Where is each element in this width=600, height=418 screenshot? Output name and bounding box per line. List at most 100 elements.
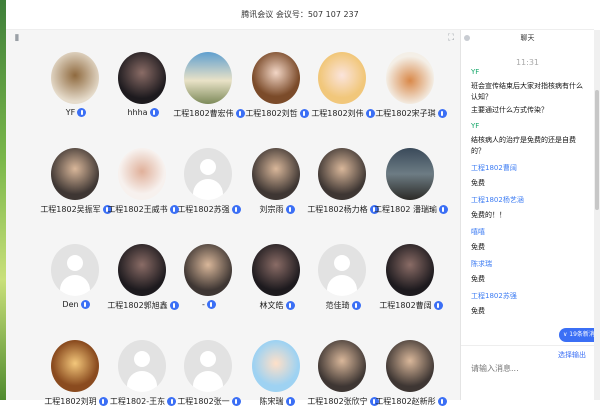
participant-name: 工程1802张欣宁 [307,397,368,406]
participant-name: 工程1802苏强 [177,205,230,214]
participant-name: hhha [127,108,148,117]
message-sender[interactable]: 工程1802曹阔 [471,163,586,173]
participant-name-line: 工程1802赵新彤 [364,396,458,407]
expand-icon[interactable]: ⛶ [446,33,456,43]
chat-message: 工程1802曹阔 免费 [471,163,586,189]
message-text: 免费 [471,243,485,251]
scrollbar-thumb[interactable] [595,90,599,210]
chat-message: 嘻嘻 免费 [471,227,586,253]
message-sender[interactable]: YF [471,68,586,76]
participant-avatar [386,340,434,392]
participant-avatar [51,52,99,104]
pane-toolbar: ▮ ⛶ [6,30,460,46]
message-sender[interactable]: YF [471,122,586,130]
participant-avatar [252,52,300,104]
chat-input[interactable] [471,362,586,374]
message-text: 结核病人的治疗是免费的还是自费的？ [471,136,576,155]
participant-avatar [386,148,434,200]
message-text: 主要通过什么方式传染？ [471,106,548,114]
message-text: 免费 [471,275,485,283]
participant-tile[interactable]: 工程1802曹阔 [376,244,446,322]
message-text: 免费 [471,179,485,187]
microphone-icon [77,108,87,117]
participant-name-line: 工程1802 潘瑞瑜 [364,204,458,215]
chat-message: 工程1802杨艺涵 免费的！！ [471,195,586,221]
microphone-icon [433,301,443,310]
participant-avatar [51,340,99,392]
participant-name: 工程1802杨力格 [307,205,368,214]
participant-name: 工程1802-王东 [109,397,166,406]
participant-name: YF [65,108,76,117]
participant-name: 工程1802刘玥 [44,397,97,406]
chat-timestamp: 11:31 [515,58,540,67]
participant-avatar [51,244,99,296]
participant-name: 工程1802 潘瑞瑜 [374,205,437,214]
microphone-icon [437,397,447,406]
participant-avatar [318,340,366,392]
message-text: 免费 [471,307,485,315]
participant-name: 工程1802曹阔 [379,301,432,310]
participant-avatar [318,52,366,104]
microphone-icon [351,301,361,310]
chat-message: YF 结核病人的治疗是免费的还是自费的？ [471,122,586,157]
participant-tile[interactable]: YF [41,52,111,130]
panel-menu-icon[interactable] [464,35,470,41]
participant-video-pane: ▮ ⛶ YF hhha 工程1802曹宏伟 工程1802刘哲 工程1802刘伟 工程180… [6,30,461,406]
participant-name: 工程1802王威书 [107,205,168,214]
pin-icon[interactable]: ▮ [12,33,22,43]
participant-tile[interactable]: 工程1802宋子琪 [375,52,447,130]
participant-avatar [118,244,166,296]
chat-message: 工程1802苏强 免费 [471,291,586,317]
participant-name-line: 工程1802曹阔 [364,300,458,311]
message-sender[interactable]: 工程1802苏强 [471,291,586,301]
chat-header: 聊天 [461,30,594,46]
participant-avatar [386,244,434,296]
message-sender[interactable]: 工程1802杨艺涵 [471,195,586,205]
microphone-icon [80,300,90,309]
participant-avatar [184,148,232,200]
microphone-icon [149,108,159,117]
meeting-window: 腾讯会议 会议号：507 107 237 ▮ ⛶ YF hhha 工程1802曹宏伟… [6,0,600,406]
participant-name: 陈宋瑞 [259,397,284,406]
window-title: 腾讯会议 会议号：507 107 237 [241,10,359,19]
microphone-icon [285,397,295,406]
participant-avatar [118,340,166,392]
message-sender[interactable]: 嘻嘻 [471,227,586,237]
participant-name: 工程1802吴振军 [40,205,101,214]
participant-name: 林文皓 [259,301,284,310]
participant-name: 工程1802刘伟 [311,109,364,118]
chat-message: YF 班会宣传结束后大家对指核病有什么认知？ 主要通过什么方式传染？ [471,68,586,116]
participant-name: 刘宗雨 [259,205,284,214]
chat-title: 聊天 [520,34,535,42]
participant-avatar [252,244,300,296]
message-sender[interactable]: 陈求瑞 [471,259,586,269]
participant-avatar [51,148,99,200]
participant-tile[interactable]: 工程1802郭旭鑫 [107,244,179,322]
title-bar: 腾讯会议 会议号：507 107 237 [6,0,594,30]
participant-name: 范佳琦 [325,301,350,310]
chat-options-link[interactable]: 选择输出 [558,350,586,360]
participant-avatar [118,52,166,104]
microphone-icon [206,300,216,309]
scrollbar[interactable] [594,30,600,400]
participant-avatar [184,340,232,392]
participant-avatar [252,340,300,392]
participant-avatar [318,148,366,200]
participant-name: 工程1802张一 [177,397,230,406]
microphone-icon [285,301,295,310]
chat-message: 陈求瑞 免费 [471,259,586,285]
participant-name: Den [62,300,79,309]
participant-avatar [184,52,232,104]
participant-avatar [318,244,366,296]
participant-avatar [386,52,434,104]
participant-name: 工程1802宋子琪 [375,109,436,118]
participant-name: 工程1802赵新彤 [375,397,436,406]
participant-name: 工程1802刘哲 [245,109,298,118]
participant-tile[interactable]: 工程1802赵新彤 [375,340,447,418]
chat-panel: 聊天 11:31 YF 班会宣传结束后大家对指核病有什么认知？ 主要通过什么方式传染… [461,30,600,400]
participant-tile[interactable]: 工程1802 潘瑞瑜 [374,148,448,226]
participant-avatar [184,244,232,296]
participant-name: - [202,300,205,309]
chat-divider [461,345,594,346]
participant-name: 工程1802郭旭鑫 [107,301,168,310]
